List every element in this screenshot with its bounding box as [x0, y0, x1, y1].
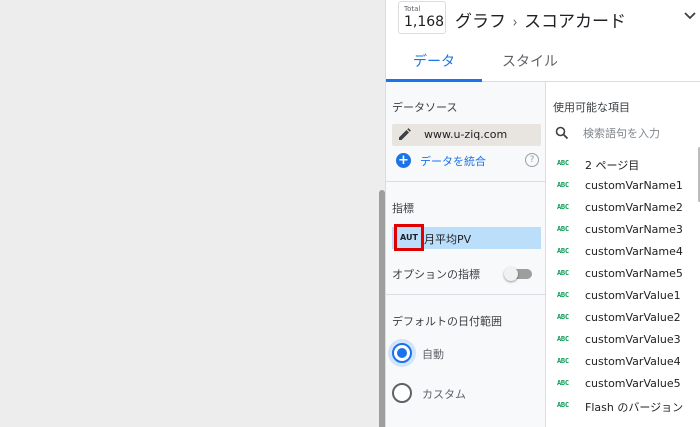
- list-item[interactable]: ABC customVarName4: [547, 242, 697, 264]
- text-type-icon: ABC: [557, 401, 569, 409]
- blend-data-label: データを統合: [420, 155, 486, 168]
- text-type-icon: ABC: [557, 247, 569, 255]
- chevron-down-icon[interactable]: [682, 7, 698, 27]
- text-type-icon: ABC: [557, 159, 569, 167]
- available-fields-column: 使用可能な項目 ABC 2 ページ目 ABC customVarName1 ABC c…: [547, 82, 700, 427]
- list-item[interactable]: ABC Flash のバージョン: [547, 396, 697, 418]
- field-label: customVarValue3: [585, 333, 681, 346]
- text-type-icon: ABC: [557, 225, 569, 233]
- panel-tabs: データ スタイル: [386, 44, 700, 82]
- field-label: customVarName5: [585, 267, 683, 280]
- field-label: Flash のバージョン: [585, 401, 684, 414]
- date-range-auto-label: 自動: [422, 348, 444, 361]
- breadcrumb-parent[interactable]: グラフ: [455, 12, 506, 32]
- tab-style[interactable]: スタイル: [482, 44, 578, 81]
- list-item[interactable]: ABC customVarName1: [547, 176, 697, 198]
- field-search: [553, 122, 700, 144]
- text-type-icon: ABC: [557, 291, 569, 299]
- panel-header: Total 1,168 グラフ › スコアカード: [386, 0, 700, 40]
- text-type-icon: ABC: [557, 203, 569, 211]
- metric-name: 月平均PV: [424, 233, 472, 246]
- add-circle-icon: +: [396, 153, 411, 168]
- radio-selected-icon[interactable]: [392, 343, 412, 363]
- search-icon: [555, 125, 569, 140]
- data-source-name: www.u-ziq.com: [424, 128, 508, 141]
- text-type-icon: ABC: [557, 379, 569, 387]
- thumbnail-total-value: 1,168: [404, 14, 445, 30]
- text-type-icon: ABC: [557, 181, 569, 189]
- date-range-custom-option[interactable]: カスタム: [392, 381, 541, 405]
- list-item[interactable]: ABC customVarValue1: [547, 286, 697, 308]
- field-label: customVarName1: [585, 179, 683, 192]
- section-divider: [386, 294, 546, 295]
- breadcrumb-current: スコアカード: [524, 12, 626, 32]
- list-item[interactable]: ABC customVarValue5: [547, 374, 697, 396]
- properties-panel: Total 1,168 グラフ › スコアカード データ スタイル データソース w…: [385, 0, 700, 427]
- breadcrumb-separator-icon: ›: [512, 13, 518, 31]
- aggregation-badge[interactable]: AUT: [394, 224, 424, 251]
- list-item[interactable]: ABC customVarValue4: [547, 352, 697, 374]
- chart-type-thumbnail[interactable]: Total 1,168: [398, 1, 446, 34]
- list-item[interactable]: ABC customVarName3: [547, 220, 697, 242]
- list-item[interactable]: ABC customVarValue2: [547, 308, 697, 330]
- list-item[interactable]: ABC customVarValue3: [547, 330, 697, 352]
- available-fields-title: 使用可能な項目: [553, 101, 630, 114]
- optional-metrics-row: オプションの指標: [392, 264, 541, 284]
- date-range-auto-option[interactable]: 自動: [392, 341, 541, 365]
- text-type-icon: ABC: [557, 357, 569, 365]
- tab-data[interactable]: データ: [386, 44, 482, 82]
- date-range-custom-label: カスタム: [422, 388, 466, 401]
- list-item[interactable]: ABC customVarName5: [547, 264, 697, 286]
- metric-chip[interactable]: AUT 月平均PV: [392, 224, 541, 251]
- setup-column: データソース www.u-ziq.com + データを統合 ? 指標 AUT 月…: [386, 82, 546, 427]
- help-icon[interactable]: ?: [525, 153, 539, 167]
- text-type-icon: ABC: [557, 269, 569, 277]
- field-label: customVarName4: [585, 245, 683, 258]
- report-canvas[interactable]: [0, 0, 385, 427]
- field-label: customVarName2: [585, 201, 683, 214]
- data-source-selector[interactable]: www.u-ziq.com: [392, 124, 541, 146]
- optional-metrics-toggle[interactable]: [504, 267, 534, 281]
- field-label: customVarValue2: [585, 311, 681, 324]
- toggle-thumb: [504, 267, 518, 281]
- thumbnail-total-label: Total: [404, 5, 421, 13]
- field-label: customVarValue1: [585, 289, 681, 302]
- date-range-title: デフォルトの日付範囲: [392, 315, 502, 328]
- text-type-icon: ABC: [557, 313, 569, 321]
- blend-data-link[interactable]: + データを統合 ?: [396, 152, 541, 170]
- metric-title: 指標: [392, 202, 414, 215]
- radio-unselected-icon[interactable]: [392, 383, 412, 403]
- data-source-title: データソース: [392, 101, 458, 114]
- field-label: customVarValue4: [585, 355, 681, 368]
- field-label: customVarName3: [585, 223, 683, 236]
- text-type-icon: ABC: [557, 335, 569, 343]
- optional-metrics-label: オプションの指標: [392, 268, 480, 281]
- field-label: customVarValue5: [585, 377, 681, 390]
- breadcrumb: グラフ › スコアカード: [455, 7, 626, 32]
- list-item[interactable]: ABC customVarName2: [547, 198, 697, 220]
- pencil-icon[interactable]: [394, 125, 414, 145]
- search-input[interactable]: [583, 123, 700, 143]
- field-label: 2 ページ目: [585, 159, 640, 172]
- list-item[interactable]: ABC 2 ページ目: [547, 154, 697, 176]
- section-divider: [386, 181, 546, 182]
